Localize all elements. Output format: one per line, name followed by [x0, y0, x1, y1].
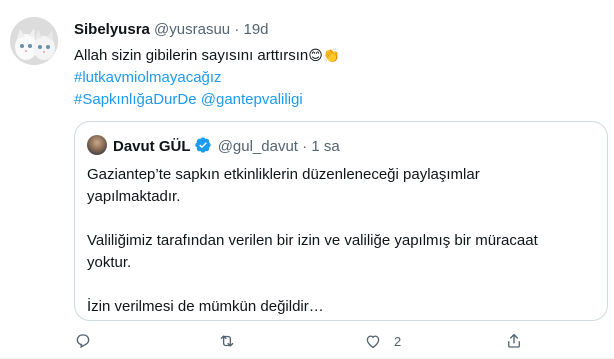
tweet-text-line: Allah sizin gibilerin sayısını arttırsın…	[74, 44, 340, 67]
mention-link[interactable]: @gantepvaliligi	[201, 91, 303, 108]
like-count: 2	[394, 333, 402, 349]
quoted-header: Davut GÜL @gul_davut · 1 sa	[113, 136, 340, 158]
action-bar: 2	[74, 332, 604, 352]
quoted-text-line: Gaziantep’te sapkın etkinliklerin düzenl…	[87, 166, 480, 183]
quoted-avatar[interactable]	[87, 135, 107, 155]
hashtag-link[interactable]: #SapkınlığaDurDe	[74, 91, 197, 108]
tweet-text-content: Allah sizin gibilerin sayısını arttırsın	[74, 47, 309, 64]
dot-separator: ·	[302, 138, 308, 155]
quoted-text-line: yoktur.	[87, 254, 132, 271]
like-icon	[366, 335, 380, 349]
dot-separator: ·	[234, 21, 240, 38]
quoted-time[interactable]: 1 sa	[311, 138, 339, 155]
hashtag-link[interactable]: #lutkavmiolmayacağız	[74, 67, 340, 89]
quoted-text-line: Valiliğimiz tarafından verilen bir izin …	[87, 232, 538, 249]
quoted-user-name[interactable]: Davut GÜL	[113, 138, 191, 155]
retweet-button[interactable]	[218, 332, 248, 350]
like-button[interactable]: 2	[364, 332, 401, 350]
quoted-text-line: İzin verilmesi de mümkün değildir…	[87, 298, 324, 315]
tweet[interactable]: Sibelyusra @yusrasuu · 19d Allah sizin g…	[0, 0, 614, 359]
tweet-time[interactable]: 19d	[243, 21, 268, 38]
retweet-icon	[220, 335, 234, 347]
reply-icon	[76, 334, 90, 349]
tweet-header: Sibelyusra @yusrasuu · 19d	[74, 21, 269, 38]
emoji-smile-clap: 😊👏	[308, 47, 341, 63]
quoted-user-handle[interactable]: @gul_davut	[218, 138, 298, 155]
share-icon	[508, 333, 520, 348]
tweet-text-line: #SapkınlığaDurDe @gantepvaliligi	[74, 89, 340, 111]
avatar-image	[10, 17, 58, 65]
share-button[interactable]	[505, 332, 535, 350]
quoted-text-line: yapılmaktadır.	[87, 188, 181, 205]
verified-badge-icon	[194, 136, 212, 158]
user-handle[interactable]: @yusrasuu	[154, 21, 230, 38]
quoted-tweet[interactable]: Davut GÜL @gul_davut · 1 sa Gaziantep’te…	[74, 121, 608, 321]
avatar[interactable]	[10, 17, 58, 65]
reply-button[interactable]	[74, 332, 104, 350]
user-name[interactable]: Sibelyusra	[74, 21, 150, 38]
tweet-text: Allah sizin gibilerin sayısını arttırsın…	[74, 44, 340, 111]
quoted-text: Gaziantep’te sapkın etkinliklerin düzenl…	[87, 164, 587, 318]
